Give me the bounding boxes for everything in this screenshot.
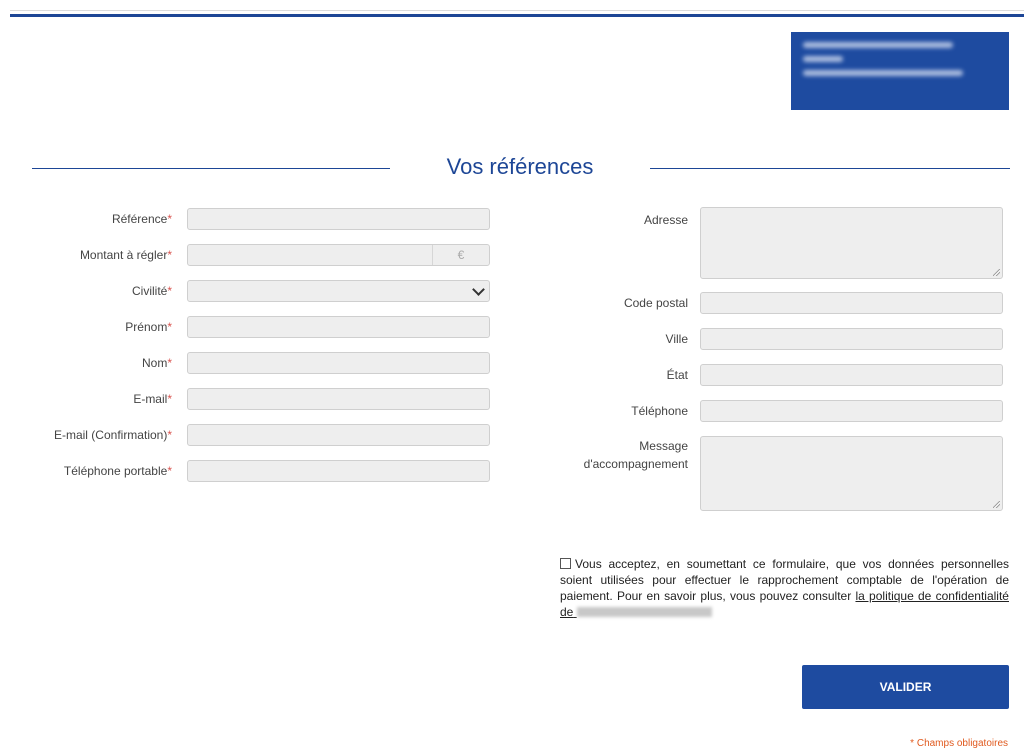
email-confirm-input[interactable] [187, 424, 490, 446]
top-border [10, 10, 1024, 11]
civility-label: Civilité* [131, 284, 172, 298]
phone-label: Téléphone [631, 404, 688, 418]
chevron-down-icon [472, 283, 485, 296]
row-email-confirm: E-mail (Confirmation)* [0, 423, 500, 447]
address-textarea[interactable] [700, 207, 1003, 279]
email-label: E-mail* [133, 392, 172, 406]
message-textarea[interactable] [700, 436, 1003, 511]
firstname-input[interactable] [187, 316, 490, 338]
firstname-label: Prénom* [125, 320, 172, 334]
mobile-input[interactable] [187, 460, 490, 482]
postal-code-label: Code postal [623, 296, 688, 310]
header-rule [10, 14, 1024, 17]
message-label: Message d'accompagnement [583, 439, 688, 471]
row-civility: Civilité* [0, 279, 500, 303]
row-mobile: Téléphone portable* [0, 459, 500, 483]
amount-label: Montant à régler* [79, 248, 172, 262]
euro-addon: € [432, 245, 489, 265]
lastname-input[interactable] [187, 352, 490, 374]
reference-input[interactable] [187, 208, 490, 230]
state-input[interactable] [700, 364, 1003, 386]
mobile-label: Téléphone portable* [63, 464, 172, 478]
city-label: Ville [665, 332, 688, 346]
row-firstname: Prénom* [0, 315, 500, 339]
consent-block: Vous acceptez, en soumettant ce formulai… [560, 556, 1009, 620]
resize-handle-icon [993, 269, 1000, 276]
required-fields-note: * Champs obligatoires [910, 738, 1008, 749]
row-reference: Référence* [0, 207, 500, 231]
city-input[interactable] [700, 328, 1003, 350]
validate-button[interactable]: VALIDER [802, 665, 1009, 709]
title-rule-right [650, 168, 1010, 169]
resize-handle-icon [993, 501, 1000, 508]
lastname-label: Nom* [141, 356, 172, 370]
title-rule-left [32, 168, 390, 169]
row-email: E-mail* [0, 387, 500, 411]
row-amount: Montant à régler* € [0, 243, 500, 267]
address-label: Adresse [643, 213, 688, 227]
postal-code-input[interactable] [700, 292, 1003, 314]
state-label: État [666, 368, 688, 382]
consent-checkbox[interactable] [560, 558, 571, 569]
amount-input[interactable]: € [187, 244, 490, 266]
reference-label: Référence* [111, 212, 172, 226]
section-header: Vos références [32, 150, 1010, 186]
email-confirm-label: E-mail (Confirmation)* [53, 428, 172, 442]
email-input[interactable] [187, 388, 490, 410]
row-lastname: Nom* [0, 351, 500, 375]
civility-select[interactable] [187, 280, 490, 302]
merchant-info-box [791, 32, 1009, 110]
phone-input[interactable] [700, 400, 1003, 422]
section-title: Vos références [446, 154, 594, 179]
